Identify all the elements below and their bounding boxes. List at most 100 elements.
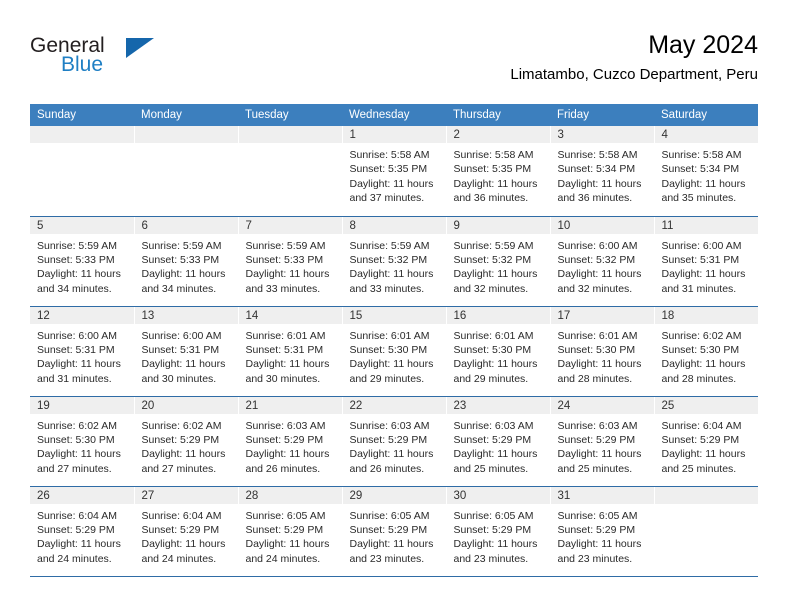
day-detail-line: Sunset: 5:30 PM	[453, 343, 532, 356]
day-detail-line: Sunrise: 6:01 AM	[557, 329, 638, 342]
day-detail-line: Sunset: 5:29 PM	[453, 523, 532, 536]
day-detail-line: Sunset: 5:29 PM	[245, 433, 324, 446]
calendar-day-cell[interactable]: 29 Sunrise: 6:05 AM Sunset: 5:29 PM Dayligh…	[342, 486, 447, 577]
day-detail-line: Sunset: 5:29 PM	[37, 523, 115, 536]
calendar-day-cell[interactable]: 22 Sunrise: 6:03 AM Sunset: 5:29 PM Dayligh…	[342, 396, 447, 487]
day-detail-line: Sunrise: 5:59 AM	[245, 239, 326, 252]
day-details	[30, 143, 134, 148]
day-detail-line: and 29 minutes.	[349, 372, 425, 385]
day-detail-line: Daylight: 11 hours	[141, 268, 226, 281]
calendar-day-cell[interactable]: 25 Sunrise: 6:04 AM Sunset: 5:29 PM Dayligh…	[654, 396, 759, 487]
day-detail-line: Daylight: 11 hours	[453, 448, 538, 461]
calendar-day-cell[interactable]: 5 Sunrise: 5:59 AM Sunset: 5:33 PM Daylight…	[30, 216, 135, 307]
day-number: 21	[238, 396, 342, 414]
day-detail-line: and 28 minutes.	[557, 372, 633, 385]
day-number: 30	[446, 486, 550, 504]
day-details	[655, 504, 759, 509]
day-number	[30, 126, 134, 143]
day-number	[654, 486, 758, 504]
day-detail-line: Sunrise: 6:05 AM	[453, 509, 534, 522]
day-detail-line: and 29 minutes.	[453, 372, 529, 385]
calendar-day-cell[interactable]: 9 Sunrise: 5:59 AM Sunset: 5:32 PM Daylight…	[446, 216, 551, 307]
day-detail-line: and 25 minutes.	[453, 462, 529, 475]
calendar-day-cell[interactable]: 16 Sunrise: 6:01 AM Sunset: 5:30 PM Dayligh…	[446, 306, 551, 397]
day-details: Sunrise: 5:58 AM Sunset: 5:34 PM Daylight:…	[655, 143, 759, 206]
calendar-day-cell[interactable]: 17 Sunrise: 6:01 AM Sunset: 5:30 PM Dayligh…	[550, 306, 655, 397]
day-details: Sunrise: 6:04 AM Sunset: 5:29 PM Daylight:…	[655, 414, 759, 477]
calendar-day-cell[interactable]: 23 Sunrise: 6:03 AM Sunset: 5:29 PM Dayligh…	[446, 396, 551, 487]
weekday-header-monday: Monday	[134, 104, 238, 126]
day-details: Sunrise: 5:58 AM Sunset: 5:34 PM Daylight:…	[551, 143, 654, 206]
calendar-day-cell[interactable]: 27 Sunrise: 6:04 AM Sunset: 5:29 PM Dayligh…	[134, 486, 239, 577]
calendar-day-cell[interactable]: 31 Sunrise: 6:05 AM Sunset: 5:29 PM Dayligh…	[550, 486, 655, 577]
calendar-day-cell[interactable]: 15 Sunrise: 6:01 AM Sunset: 5:30 PM Dayligh…	[342, 306, 447, 397]
weekday-header-tuesday: Tuesday	[238, 104, 342, 126]
calendar-day-cell[interactable]: 10 Sunrise: 6:00 AM Sunset: 5:32 PM Dayligh…	[550, 216, 655, 307]
calendar-day-cell[interactable]: 19 Sunrise: 6:02 AM Sunset: 5:30 PM Dayligh…	[30, 396, 135, 487]
day-detail-line: Sunset: 5:29 PM	[141, 433, 220, 446]
day-detail-line: and 36 minutes.	[453, 192, 529, 205]
day-number	[238, 126, 342, 143]
calendar-day-cell[interactable]: 24 Sunrise: 6:03 AM Sunset: 5:29 PM Dayligh…	[550, 396, 655, 487]
calendar-day-cell[interactable]: 11 Sunrise: 6:00 AM Sunset: 5:31 PM Dayligh…	[654, 216, 758, 307]
day-details: Sunrise: 6:03 AM Sunset: 5:29 PM Daylight:…	[239, 414, 342, 477]
day-detail-line: Sunrise: 5:58 AM	[349, 149, 430, 161]
day-detail-line: Daylight: 11 hours	[453, 358, 538, 371]
calendar-day-cell[interactable]: 26 Sunrise: 6:04 AM Sunset: 5:29 PM Dayligh…	[30, 486, 135, 577]
calendar-day-cell[interactable]: 28 Sunrise: 6:05 AM Sunset: 5:29 PM Dayligh…	[238, 486, 343, 577]
calendar-day-cell[interactable]: 20 Sunrise: 6:02 AM Sunset: 5:29 PM Dayligh…	[134, 396, 239, 487]
calendar-day-cell[interactable]: 3 Sunrise: 5:58 AM Sunset: 5:34 PM Daylight…	[550, 126, 655, 217]
day-detail-line: and 27 minutes.	[37, 462, 112, 475]
calendar-day-cell[interactable]: 18 Sunrise: 6:02 AM Sunset: 5:30 PM Dayligh…	[654, 306, 758, 397]
calendar-day-cell[interactable]: 21 Sunrise: 6:03 AM Sunset: 5:29 PM Dayligh…	[238, 396, 343, 487]
day-detail-line: Sunrise: 6:04 AM	[141, 509, 222, 522]
calendar-week-row: 19 Sunrise: 6:02 AM Sunset: 5:30 PM Dayligh…	[30, 396, 759, 487]
day-detail-line: and 26 minutes.	[245, 462, 321, 475]
day-detail-line: Sunrise: 6:00 AM	[557, 239, 638, 252]
day-detail-line: and 34 minutes.	[37, 282, 112, 295]
day-number: 20	[134, 396, 238, 414]
day-detail-line: Sunrise: 6:01 AM	[453, 329, 534, 342]
calendar-day-cell[interactable]: 13 Sunrise: 6:00 AM Sunset: 5:31 PM Dayligh…	[134, 306, 239, 397]
day-detail-line: and 30 minutes.	[245, 372, 321, 385]
day-detail-line: and 32 minutes.	[453, 282, 529, 295]
day-detail-line: Daylight: 11 hours	[349, 177, 434, 190]
calendar-day-cell[interactable]: 4 Sunrise: 5:58 AM Sunset: 5:34 PM Daylight…	[654, 126, 759, 217]
day-number: 4	[654, 126, 758, 143]
day-detail-line: and 26 minutes.	[349, 462, 425, 475]
day-details: Sunrise: 6:01 AM Sunset: 5:30 PM Daylight:…	[343, 324, 446, 387]
day-detail-line: Sunrise: 5:58 AM	[453, 149, 534, 161]
day-detail-line: and 24 minutes.	[141, 552, 217, 565]
day-number: 10	[550, 216, 654, 234]
day-number: 8	[342, 216, 446, 234]
day-detail-line: Daylight: 11 hours	[37, 268, 121, 281]
day-detail-line: Sunrise: 5:59 AM	[349, 239, 430, 252]
calendar-day-cell[interactable]: 7 Sunrise: 5:59 AM Sunset: 5:33 PM Daylight…	[238, 216, 343, 307]
day-details: Sunrise: 5:59 AM Sunset: 5:32 PM Daylight:…	[447, 234, 550, 297]
day-number: 24	[550, 396, 654, 414]
calendar-day-cell[interactable]: 1 Sunrise: 5:58 AM Sunset: 5:35 PM Daylight…	[342, 126, 447, 217]
day-number: 27	[134, 486, 238, 504]
day-detail-line: Sunset: 5:33 PM	[141, 253, 220, 266]
day-detail-line: Sunrise: 6:03 AM	[557, 419, 638, 432]
day-detail-line: Daylight: 11 hours	[661, 268, 746, 281]
general-blue-logo[interactable]: General Blue	[30, 34, 200, 90]
day-detail-line: and 23 minutes.	[557, 552, 633, 565]
calendar-day-cell[interactable]: 6 Sunrise: 5:59 AM Sunset: 5:33 PM Daylight…	[134, 216, 239, 307]
calendar-day-cell[interactable]: 30 Sunrise: 6:05 AM Sunset: 5:29 PM Dayligh…	[446, 486, 551, 577]
day-detail-line: Daylight: 11 hours	[661, 177, 746, 190]
day-detail-line: Daylight: 11 hours	[349, 538, 434, 551]
day-detail-line: Sunset: 5:29 PM	[349, 523, 428, 536]
calendar-week-row: 1 Sunrise: 5:58 AM Sunset: 5:35 PM Daylight…	[30, 126, 759, 217]
day-number: 2	[446, 126, 550, 143]
page-title: May 2024	[648, 31, 758, 59]
day-detail-line: and 24 minutes.	[245, 552, 321, 565]
calendar-day-cell[interactable]: 12 Sunrise: 6:00 AM Sunset: 5:31 PM Dayligh…	[30, 306, 135, 397]
day-details: Sunrise: 6:01 AM Sunset: 5:30 PM Daylight:…	[447, 324, 550, 387]
day-detail-line: Sunset: 5:30 PM	[661, 343, 740, 356]
calendar-day-cell[interactable]: 14 Sunrise: 6:01 AM Sunset: 5:31 PM Dayligh…	[238, 306, 343, 397]
calendar-day-cell[interactable]: 2 Sunrise: 5:58 AM Sunset: 5:35 PM Daylight…	[446, 126, 551, 217]
day-detail-line: Daylight: 11 hours	[245, 448, 330, 461]
calendar-day-cell[interactable]: 8 Sunrise: 5:59 AM Sunset: 5:32 PM Daylight…	[342, 216, 447, 307]
day-detail-line: Sunrise: 6:04 AM	[661, 419, 742, 432]
